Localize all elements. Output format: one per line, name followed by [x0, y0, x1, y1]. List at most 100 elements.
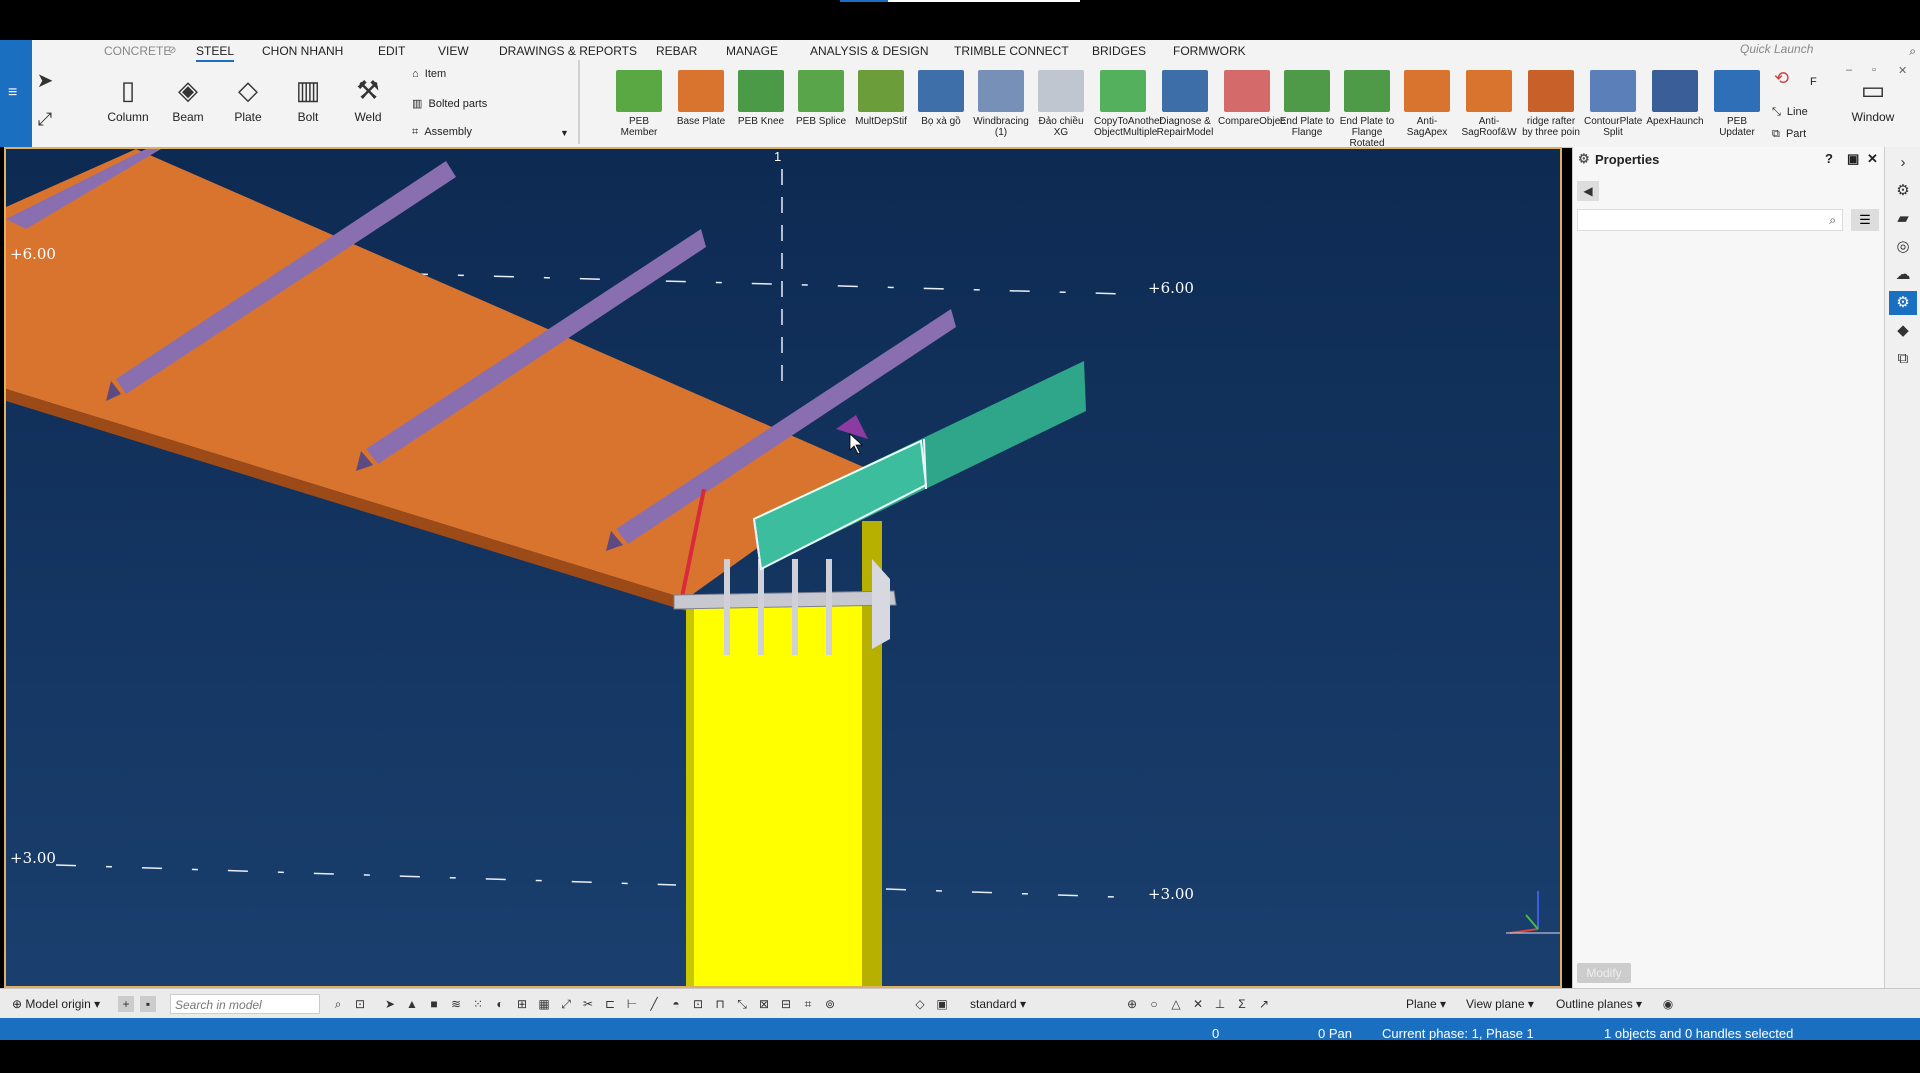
peb-tool-button-16[interactable]: ridge rafter by three poin — [1522, 70, 1580, 138]
peb-tool-button-18[interactable]: ApexHaunch — [1646, 70, 1704, 127]
peb-tool-button-11[interactable]: CompareObjec — [1218, 70, 1285, 127]
properties-search-input[interactable]: ⌕ — [1577, 209, 1843, 231]
snap-tool-icon-28[interactable]: ⊥ — [1212, 996, 1228, 1012]
plane-select[interactable]: Plane ▾ — [1406, 997, 1446, 1011]
tab-formwork[interactable]: FORMWORK — [1173, 44, 1246, 58]
tab-trimble-connect[interactable]: TRIMBLE CONNECT — [954, 44, 1069, 58]
peb-tool-button-7[interactable]: Windbracing (1) — [972, 70, 1030, 138]
plate-button[interactable]: ◇ Plate — [218, 70, 278, 124]
snap-tool-icon-30[interactable]: ↗ — [1256, 996, 1272, 1012]
peb-tool-button-17[interactable]: ContourPlate Split — [1584, 70, 1642, 138]
peb-tool-button-5[interactable]: MultDepStif — [852, 70, 910, 127]
back-arrow-icon[interactable]: ◀ — [1577, 181, 1599, 201]
part-button[interactable]: ⧉ Part — [1772, 128, 1806, 141]
bolt-button[interactable]: ▥ Bolt — [278, 70, 338, 124]
cloud-icon[interactable]: ☁ — [1889, 263, 1917, 287]
menu-icon[interactable]: ≡ — [8, 84, 17, 102]
peb-tool-button-3[interactable]: PEB Knee — [732, 70, 790, 127]
snap-tool-icon-22[interactable]: ◇ — [912, 996, 928, 1012]
outline-planes-select[interactable]: Outline planes ▾ — [1556, 997, 1642, 1011]
snap-tool-icon-9[interactable]: ⤢ — [558, 996, 574, 1012]
model-3d-view[interactable] — [6, 149, 1560, 986]
cube-icon[interactable]: ◆ — [1889, 319, 1917, 343]
origin-icon[interactable]: ▪ — [140, 996, 156, 1012]
snap-tool-icon-27[interactable]: ✕ — [1190, 996, 1206, 1012]
modify-button[interactable]: Modify — [1577, 963, 1631, 983]
snap-tool-icon-26[interactable]: △ — [1168, 996, 1184, 1012]
quick-launch-input[interactable]: Quick Launch ⌕ — [1740, 42, 1920, 60]
snap-tool-icon-5[interactable]: ⁙ — [470, 996, 486, 1012]
tab-chon-nhanh[interactable]: CHON NHANH — [262, 44, 343, 58]
list-view-icon[interactable]: ☰ — [1851, 209, 1879, 231]
peb-tool-button-13[interactable]: End Plate to Flange Rotated — [1338, 70, 1396, 149]
snap-tool-icon-25[interactable]: ○ — [1146, 996, 1162, 1012]
peb-tool-button-12[interactable]: End Plate to Flange — [1278, 70, 1336, 138]
tab-drawings-reports[interactable]: DRAWINGS & REPORTS — [499, 44, 637, 58]
globe-icon[interactable]: ◎ — [1889, 235, 1917, 259]
snap-tool-icon-2[interactable]: ▲ — [404, 996, 420, 1012]
peb-tool-button-4[interactable]: PEB Splice — [792, 70, 850, 127]
snap-tool-icon-8[interactable]: ▦ — [536, 996, 552, 1012]
dock-icon[interactable]: ▣ — [1847, 151, 1859, 167]
tab-analysis-design[interactable]: ANALYSIS & DESIGN — [810, 44, 928, 58]
eye-icon[interactable]: ⊘ — [168, 45, 176, 56]
peb-tool-button-10[interactable]: Diagnose & RepairModel — [1156, 70, 1214, 138]
model-search-input[interactable]: Search in model — [170, 994, 320, 1014]
tab-manage[interactable]: MANAGE — [726, 44, 778, 58]
standard-select[interactable]: standard ▾ — [970, 997, 1026, 1011]
peb-tool-button-1[interactable]: PEB Member — [610, 70, 668, 138]
minimize-icon[interactable]: – — [1846, 64, 1852, 76]
item-button[interactable]: ⌂ Item — [412, 68, 446, 80]
settings-wrench-icon[interactable]: ⚙ — [1889, 179, 1917, 203]
add-icon[interactable]: + — [118, 996, 134, 1012]
tab-steel[interactable]: STEEL — [196, 44, 235, 62]
tab-bridges[interactable]: BRIDGES — [1092, 44, 1146, 58]
model-viewport[interactable]: 1 +6.00 +6.00 +3.00 +3.00 — [4, 147, 1562, 988]
snap-tool-icon-20[interactable]: ⌗ — [800, 996, 816, 1012]
tab-rebar[interactable]: REBAR — [656, 44, 697, 58]
properties-gear-icon[interactable]: ⚙ — [1889, 291, 1917, 315]
line-button[interactable]: ⤡ Line — [1772, 106, 1808, 119]
close-window-icon[interactable]: ✕ — [1898, 64, 1907, 77]
help-icon[interactable]: ? — [1825, 151, 1833, 166]
search-options-icon[interactable]: ⊡ — [352, 996, 368, 1012]
column-button[interactable]: ▯ Column — [98, 70, 158, 124]
snap-tool-icon-11[interactable]: ⊏ — [602, 996, 618, 1012]
assembly-button[interactable]: ⌗ Assembly — [412, 126, 472, 139]
snap-tool-icon-13[interactable]: ╱ — [646, 996, 662, 1012]
snap-tool-icon-6[interactable]: ◐ — [492, 996, 508, 1012]
tab-view[interactable]: VIEW — [438, 44, 469, 58]
tab-edit[interactable]: EDIT — [378, 44, 405, 58]
peb-tool-button-6[interactable]: Bọ xà gồ — [912, 70, 970, 127]
snap-tool-icon-19[interactable]: ⊟ — [778, 996, 794, 1012]
snap-tool-icon-1[interactable]: ➤ — [382, 996, 398, 1012]
snap-tool-icon-12[interactable]: ⊢ — [624, 996, 640, 1012]
components-icon[interactable]: ⧉ — [1889, 347, 1917, 371]
snap-tool-icon-18[interactable]: ⊠ — [756, 996, 772, 1012]
snap-tool-icon[interactable]: ⤢ — [34, 106, 56, 132]
snap-tool-icon-24[interactable]: ⊕ — [1124, 996, 1140, 1012]
model-origin-select[interactable]: ⊕ Model origin ▾ — [12, 997, 100, 1011]
peb-tool-button-19[interactable]: PEB Updater — [1708, 70, 1766, 138]
search-icon[interactable]: ⌕ — [330, 996, 346, 1012]
peb-tool-button-14[interactable]: Anti-SagApex — [1398, 70, 1456, 138]
peb-tool-button-2[interactable]: Base Plate — [672, 70, 730, 127]
snap-tool-icon-21[interactable]: ⊚ — [822, 996, 838, 1012]
peb-tool-button-15[interactable]: Anti-SagRoof&W — [1460, 70, 1518, 138]
graduation-cap-icon[interactable]: ▰ — [1889, 207, 1917, 231]
chevron-down-icon[interactable]: ▼ — [560, 128, 569, 138]
snap-tool-icon-7[interactable]: ⊞ — [514, 996, 530, 1012]
window-button[interactable]: ▭ Window — [1838, 70, 1908, 124]
f-tool-label[interactable]: F — [1810, 76, 1817, 88]
tab-concrete[interactable]: CONCRETE — [104, 44, 171, 58]
snap-tool-icon-3[interactable]: ■ — [426, 996, 442, 1012]
view-plane-select[interactable]: View plane ▾ — [1466, 997, 1534, 1011]
snap-tool-icon-16[interactable]: ⊓ — [712, 996, 728, 1012]
peb-tool-button-8[interactable]: Đảo chiều XG — [1032, 70, 1090, 138]
beam-button[interactable]: ◈ Beam — [158, 70, 218, 124]
f-tool-icon[interactable]: ⟲ — [1774, 68, 1789, 89]
snap-tool-icon-15[interactable]: ⊡ — [690, 996, 706, 1012]
snap-tool-icon-17[interactable]: ⤡ — [734, 996, 750, 1012]
snap-tool-icon-4[interactable]: ≋ — [448, 996, 464, 1012]
snap-tool-icon-23[interactable]: ▣ — [934, 996, 950, 1012]
